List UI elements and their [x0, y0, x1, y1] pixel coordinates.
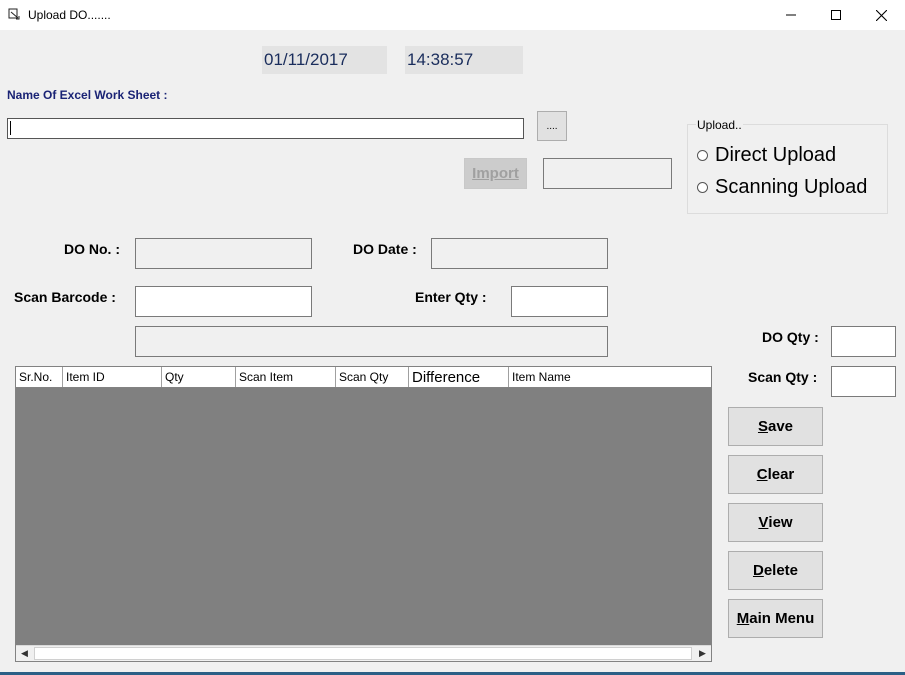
- text-caret: [10, 121, 11, 135]
- import-status-field: [543, 158, 672, 189]
- scanning-upload-radio[interactable]: [697, 182, 708, 193]
- do-date-field: [431, 238, 608, 269]
- scan-barcode-input[interactable]: [135, 286, 312, 317]
- enter-qty-label: Enter Qty :: [415, 289, 487, 305]
- view-button[interactable]: View: [728, 503, 823, 542]
- direct-upload-label[interactable]: Direct Upload: [715, 144, 836, 167]
- save-button[interactable]: Save: [728, 407, 823, 446]
- close-button[interactable]: [859, 0, 904, 30]
- minimize-icon: [785, 14, 796, 16]
- items-grid[interactable]: Sr.No. Item ID Qty Scan Item Scan Qty Di…: [15, 366, 712, 662]
- do-date-label: DO Date :: [353, 241, 417, 257]
- view-hotkey: V: [758, 514, 769, 531]
- clear-hotkey: C: [756, 466, 768, 483]
- do-no-field: [135, 238, 312, 269]
- maximize-button[interactable]: [813, 0, 858, 30]
- import-button[interactable]: Import: [464, 158, 527, 189]
- save-hotkey: S: [757, 418, 768, 435]
- scroll-thumb[interactable]: [34, 647, 692, 660]
- column-header-sr-no[interactable]: Sr.No.: [16, 367, 63, 387]
- close-icon: [876, 9, 887, 21]
- column-header-item-id[interactable]: Item ID: [63, 367, 162, 387]
- clear-label: lear: [767, 466, 795, 483]
- horizontal-scrollbar[interactable]: ◀ ▶: [16, 645, 711, 661]
- item-info-field: [135, 326, 608, 357]
- scroll-right-icon[interactable]: ▶: [694, 646, 711, 661]
- current-date: 01/11/2017: [262, 46, 387, 74]
- scan-qty-field[interactable]: [831, 366, 896, 397]
- scan-barcode-label: Scan Barcode :: [14, 289, 116, 305]
- scroll-left-icon[interactable]: ◀: [16, 646, 33, 661]
- direct-upload-radio[interactable]: [697, 150, 708, 161]
- main-menu-button[interactable]: Main Menu: [728, 599, 823, 638]
- title-bar: Upload DO.......: [0, 0, 905, 30]
- grid-header: Sr.No. Item ID Qty Scan Item Scan Qty Di…: [16, 367, 711, 388]
- column-header-item-name[interactable]: Item Name: [509, 367, 711, 387]
- scanning-upload-label[interactable]: Scanning Upload: [715, 176, 867, 199]
- main-menu-hotkey: M: [736, 610, 750, 627]
- do-qty-field[interactable]: [831, 326, 896, 357]
- browse-button[interactable]: ....: [537, 111, 567, 141]
- enter-qty-input[interactable]: [511, 286, 608, 317]
- scan-qty-label: Scan Qty :: [748, 369, 818, 385]
- do-qty-label: DO Qty :: [762, 329, 819, 345]
- current-time: 14:38:57: [405, 46, 523, 74]
- main-menu-label: ain Menu: [749, 610, 815, 627]
- excel-path-input[interactable]: [7, 118, 524, 139]
- column-header-scan-qty[interactable]: Scan Qty: [336, 367, 409, 387]
- maximize-icon: [830, 10, 841, 20]
- clear-button[interactable]: Clear: [728, 455, 823, 494]
- column-header-scan-item[interactable]: Scan Item: [236, 367, 336, 387]
- upload-group-title: Upload..: [696, 118, 743, 132]
- form-icon: [8, 8, 20, 20]
- delete-label: elete: [763, 562, 799, 579]
- delete-button[interactable]: Delete: [728, 551, 823, 590]
- upload-mode-group: Upload.. Direct Upload Scanning Upload: [687, 118, 888, 214]
- excel-sheet-label: Name Of Excel Work Sheet :: [7, 88, 168, 102]
- import-button-label: Import: [472, 165, 519, 182]
- save-label: ave: [767, 418, 794, 435]
- minimize-button[interactable]: [768, 0, 813, 30]
- window-title: Upload DO.......: [28, 8, 111, 22]
- view-label: iew: [768, 514, 793, 531]
- column-header-qty[interactable]: Qty: [162, 367, 236, 387]
- do-no-label: DO No. :: [64, 241, 120, 257]
- column-header-difference[interactable]: Difference: [409, 367, 509, 387]
- delete-hotkey: D: [752, 562, 764, 579]
